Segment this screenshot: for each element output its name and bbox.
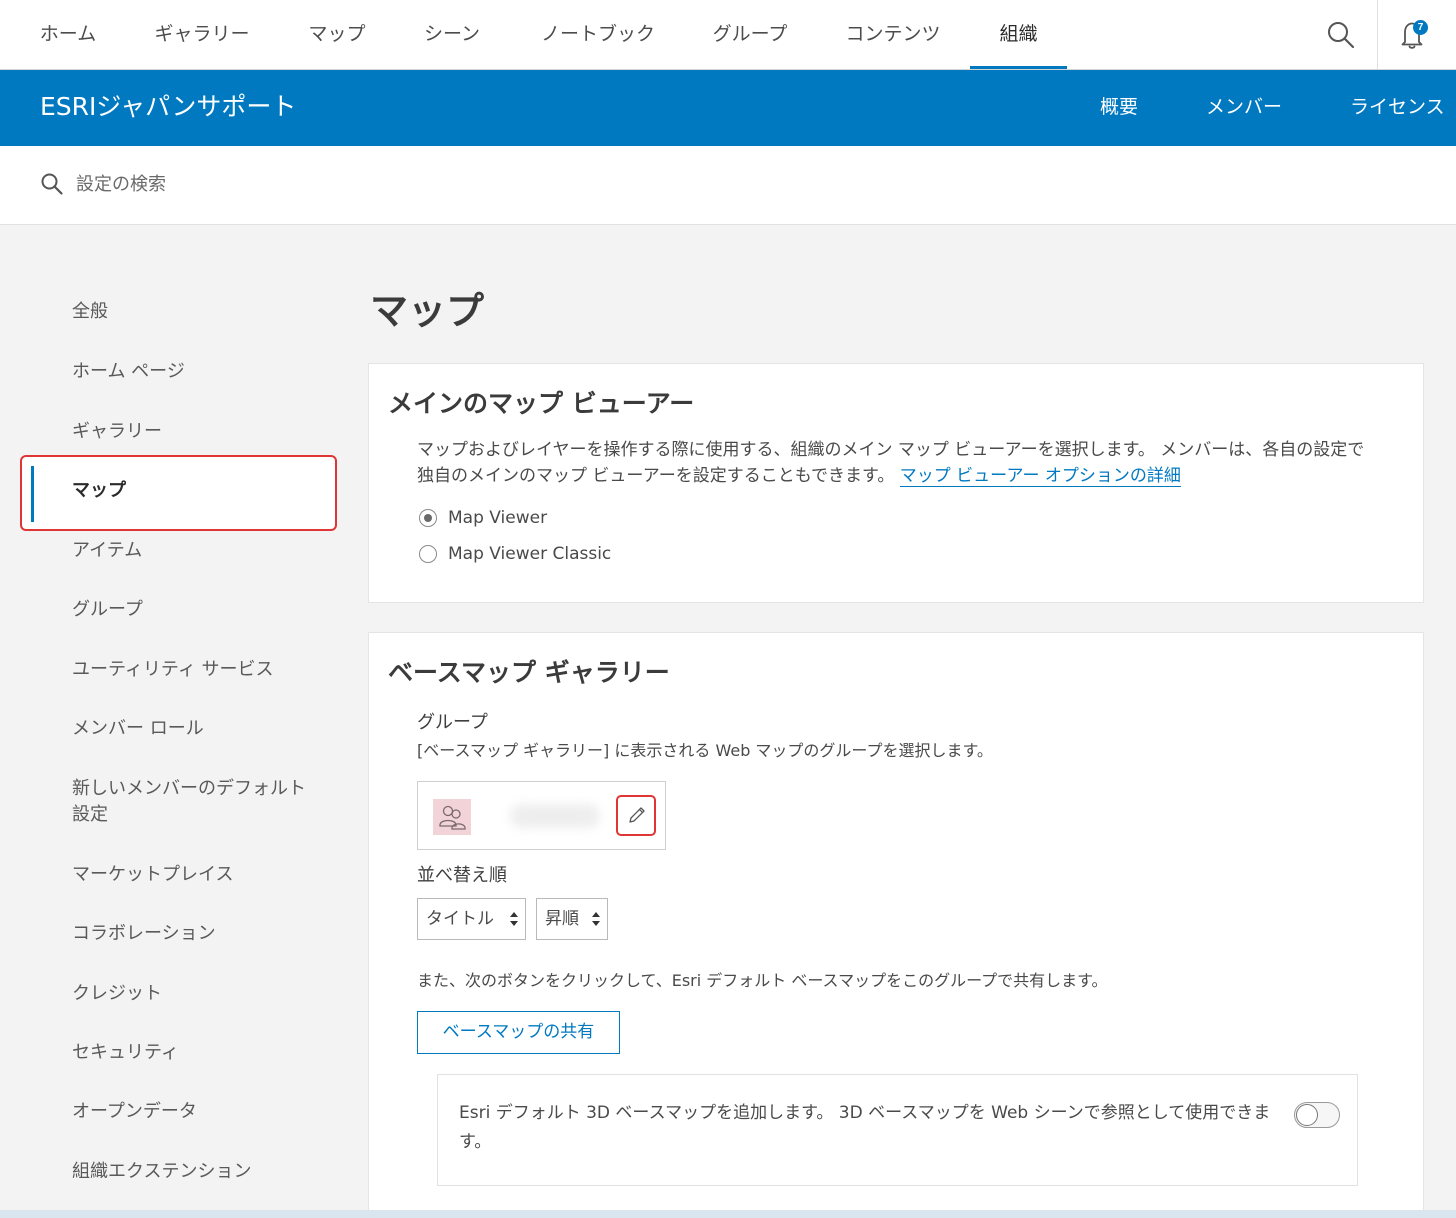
share-basemaps-button[interactable]: ベースマップの共有: [417, 1011, 620, 1054]
bottom-scroll-strip: [0, 1210, 1456, 1218]
sidebar-item-marketplace[interactable]: マーケットプレイス: [72, 862, 233, 888]
sidebar-item-member-roles[interactable]: メンバー ロール: [72, 716, 204, 742]
org-tab-licenses[interactable]: ライセンス: [1350, 70, 1445, 144]
selected-group-tile: [417, 781, 666, 850]
basemap-gallery-heading: ベースマップ ギャラリー: [388, 658, 670, 687]
org-tab-members[interactable]: メンバー: [1206, 70, 1282, 144]
sidebar-item-credits[interactable]: クレジット: [72, 981, 162, 1007]
sort-order-value: 昇順: [545, 909, 579, 929]
group-description: [ベースマップ ギャラリー] に表示される Web マップのグループを選択します…: [417, 741, 993, 760]
nav-tab-map[interactable]: マップ: [297, 0, 377, 69]
settings-search-bar: [0, 146, 1456, 225]
sidebar-item-utility-services[interactable]: ユーティリティ サービス: [72, 657, 274, 683]
search-icon[interactable]: [1326, 20, 1356, 50]
sidebar-item-security[interactable]: セキュリティ: [72, 1040, 179, 1066]
map-viewer-description: マップおよびレイヤーを操作する際に使用する、組織のメイン マップ ビューアーを選…: [417, 437, 1377, 489]
organization-title: ESRIジャパンサポート: [40, 92, 297, 121]
sidebar-item-open-data[interactable]: オープンデータ: [72, 1099, 197, 1125]
nav-tab-notebook[interactable]: ノートブック: [528, 0, 668, 69]
sidebar-item-general[interactable]: 全般: [72, 299, 108, 325]
search-icon: [41, 173, 63, 195]
sort-field-select[interactable]: タイトル: [417, 898, 526, 940]
group-thumbnail: [433, 799, 471, 835]
sidebar-item-collaboration[interactable]: コラボレーション: [72, 921, 216, 947]
nav-tab-gallery[interactable]: ギャラリー: [142, 0, 262, 69]
nav-divider: [1377, 0, 1378, 69]
sidebar-item-gallery[interactable]: ギャラリー: [72, 419, 162, 445]
organization-header: ESRIジャパンサポート 概要 メンバー ライセンス: [0, 70, 1456, 146]
radio-button[interactable]: [419, 509, 437, 527]
map-viewer-card: メインのマップ ビューアー マップおよびレイヤーを操作する際に使用する、組織のメ…: [368, 363, 1424, 603]
sidebar-item-items[interactable]: アイテム: [72, 538, 142, 564]
toggle-knob: [1296, 1104, 1318, 1126]
nav-tab-home[interactable]: ホーム: [26, 0, 110, 69]
active-indicator: [31, 466, 34, 522]
settings-search-input[interactable]: [76, 166, 676, 202]
org-tab-overview[interactable]: 概要: [1100, 70, 1138, 144]
sidebar-active-highlight: [20, 455, 337, 531]
map-viewer-description-text: マップおよびレイヤーを操作する際に使用する、組織のメイン マップ ビューアーを選…: [417, 440, 1365, 486]
3d-basemap-toggle[interactable]: [1294, 1102, 1340, 1128]
group-icon: [439, 805, 466, 830]
basemap-gallery-card: ベースマップ ギャラリー グループ [ベースマップ ギャラリー] に表示される …: [368, 632, 1424, 1210]
sort-field-value: タイトル: [426, 909, 494, 929]
pencil-icon: [629, 807, 645, 823]
sidebar-item-org-extensions[interactable]: 組織エクステンション: [72, 1159, 251, 1185]
radio-label: Map Viewer Classic: [448, 544, 612, 564]
top-navigation: ホーム ギャラリー マップ シーン ノートブック グループ コンテンツ 組織 7: [0, 0, 1456, 70]
sort-label: 並べ替え順: [417, 865, 507, 886]
sidebar-item-groups[interactable]: グループ: [72, 597, 143, 623]
radio-label: Map Viewer: [448, 508, 548, 528]
nav-tab-groups[interactable]: グループ: [700, 0, 800, 69]
sidebar-item-new-member-defaults[interactable]: 新しいメンバーのデフォルト設定: [72, 776, 322, 828]
select-arrows-icon: [592, 912, 600, 926]
map-viewer-options-link[interactable]: マップ ビューアー オプションの詳細: [899, 466, 1181, 487]
map-viewer-heading: メインのマップ ビューアー: [388, 389, 695, 418]
radio-button[interactable]: [419, 545, 437, 563]
3d-basemap-option: Esri デフォルト 3D ベースマップを追加します。 3D ベースマップを W…: [437, 1074, 1358, 1186]
page-title: マップ: [370, 289, 485, 333]
notifications-button[interactable]: 7: [1398, 18, 1430, 52]
notification-count-badge: 7: [1413, 20, 1428, 35]
edit-group-button[interactable]: [616, 795, 656, 836]
nav-tab-organization[interactable]: 組織: [970, 0, 1067, 69]
sidebar-item-home-page[interactable]: ホーム ページ: [72, 359, 185, 385]
group-label: グループ: [417, 712, 488, 733]
nav-tab-scene[interactable]: シーン: [412, 0, 492, 69]
nav-tab-content[interactable]: コンテンツ: [832, 0, 954, 69]
select-arrows-icon: [510, 912, 518, 926]
3d-basemap-text: Esri デフォルト 3D ベースマップを追加します。 3D ベースマップを W…: [459, 1103, 1271, 1152]
share-description: また、次のボタンをクリックして、Esri デフォルト ベースマップをこのグループ…: [417, 971, 1108, 990]
group-name-blurred: [510, 804, 600, 828]
sidebar-item-map[interactable]: マップ: [72, 478, 126, 504]
sort-order-select[interactable]: 昇順: [536, 898, 608, 940]
